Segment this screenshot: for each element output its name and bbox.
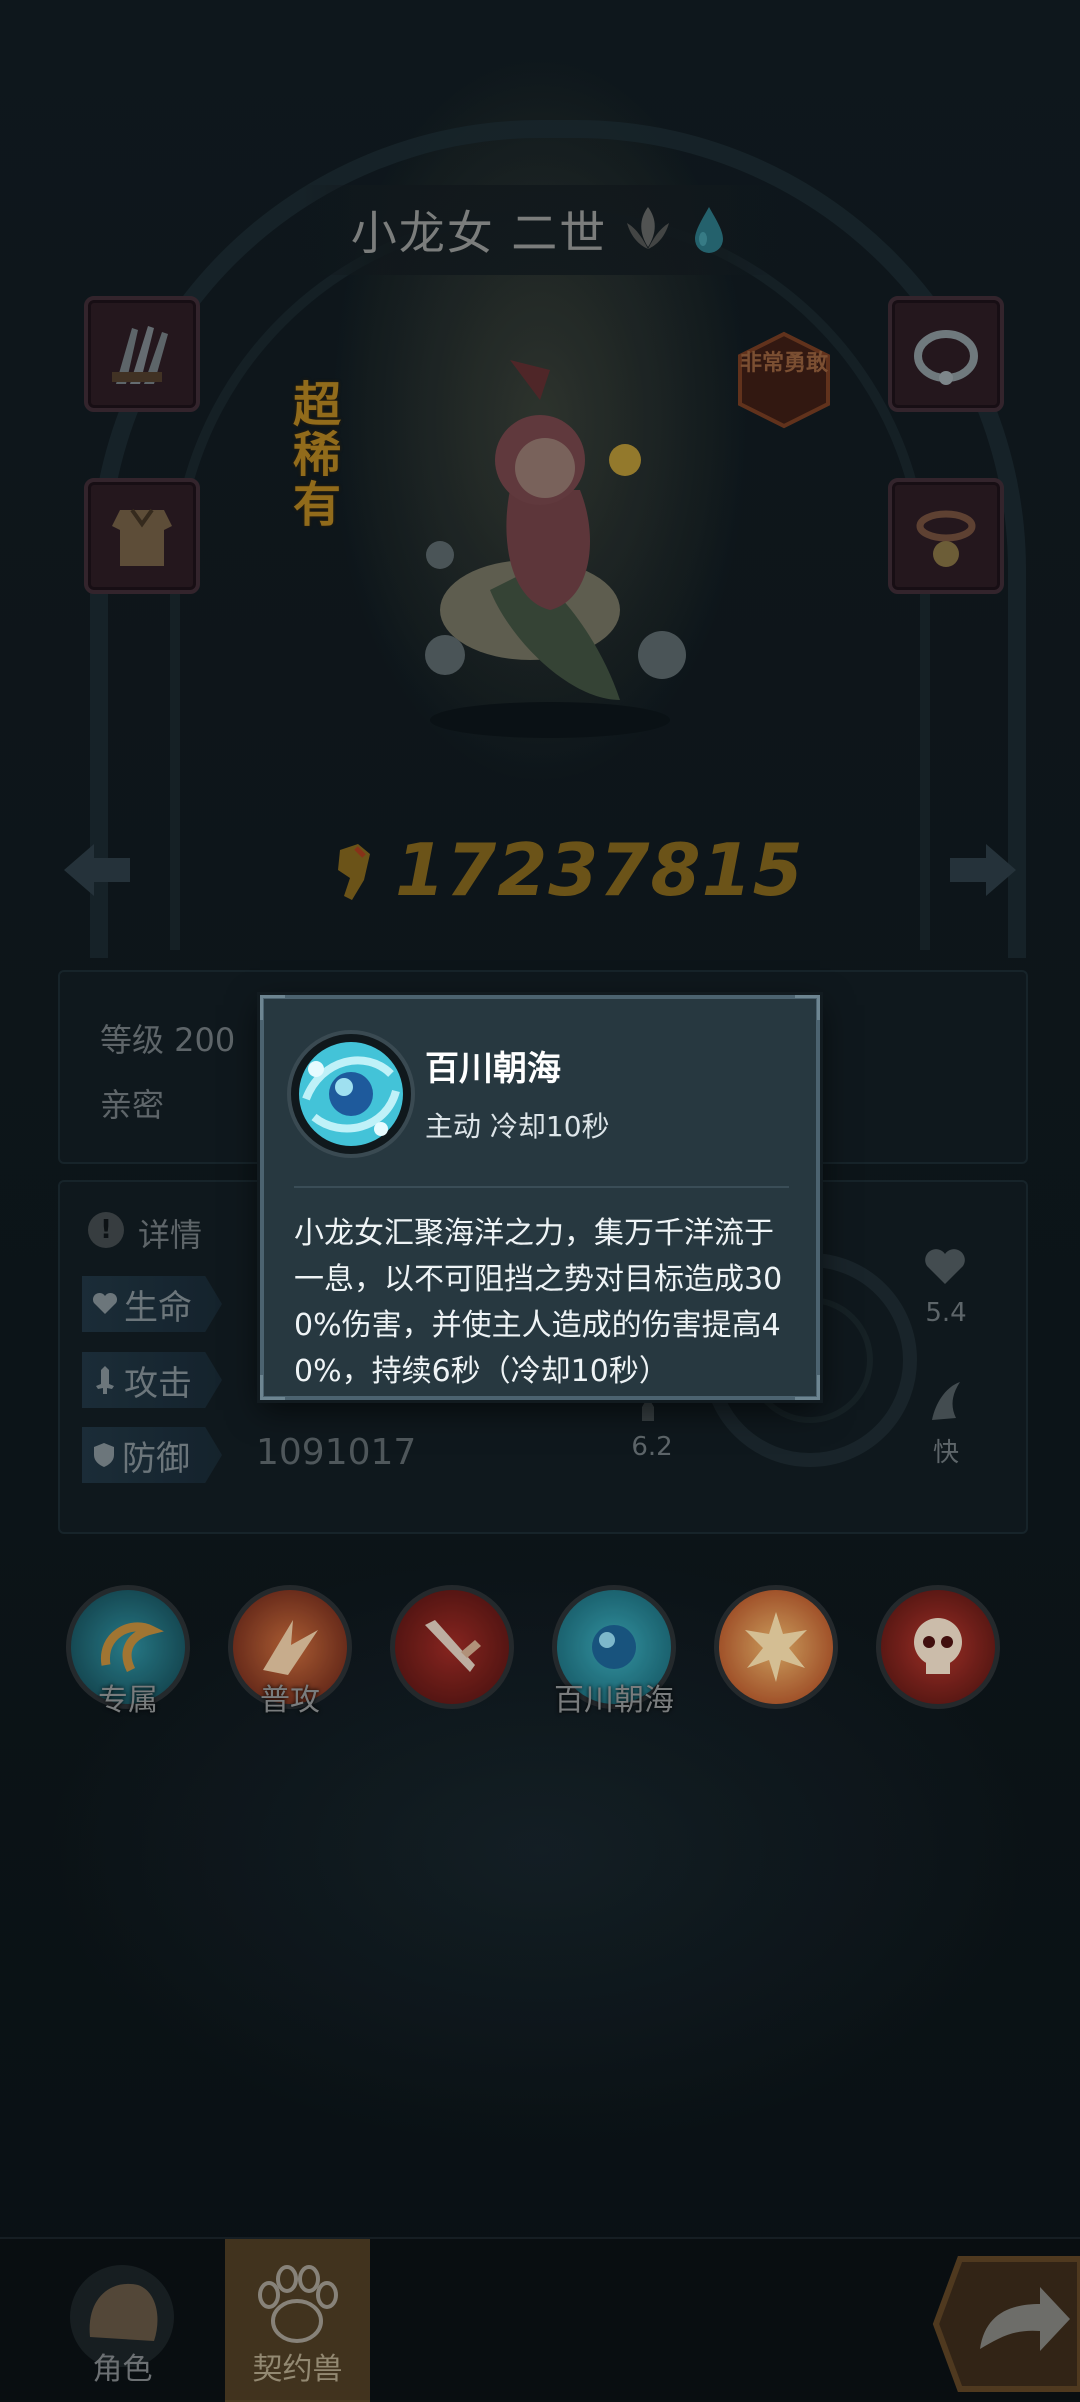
corner-ornament bbox=[795, 1375, 820, 1400]
defense-tag: 防御 bbox=[82, 1427, 222, 1483]
defense-value: 1091017 bbox=[256, 1432, 417, 1473]
water-element-icon bbox=[695, 207, 724, 253]
power-row: 17237815 bbox=[0, 820, 1080, 920]
skill-exclusive-label: 专属 bbox=[98, 1683, 158, 1718]
corner-ornament bbox=[260, 995, 285, 1020]
intimacy-label: 亲密 bbox=[100, 1086, 165, 1124]
trait-badge: 非常勇敢 bbox=[732, 330, 836, 430]
hero-name-bar: 小龙女 二世 bbox=[300, 185, 780, 275]
share-arrow-icon[interactable] bbox=[930, 2249, 1080, 2399]
hp-tag: 生命 bbox=[82, 1276, 222, 1332]
speed-label: 快 bbox=[932, 1438, 959, 1468]
attack-tag: 攻击 bbox=[82, 1352, 222, 1408]
hero-portrait bbox=[425, 360, 686, 738]
bell-collar-icon bbox=[916, 510, 976, 567]
shield-icon bbox=[94, 1443, 114, 1467]
popup-skill-title: 百川朝海 bbox=[425, 1049, 561, 1089]
speed-value: 6.2 bbox=[631, 1432, 673, 1462]
corner-ornament bbox=[260, 1375, 285, 1400]
sword-icon bbox=[96, 1366, 114, 1394]
water-orb-skill-icon bbox=[287, 1030, 415, 1158]
attack-label: 攻击 bbox=[124, 1363, 192, 1404]
next-hero-arrow-icon[interactable] bbox=[940, 840, 1020, 900]
equip-slot-armor[interactable] bbox=[84, 478, 200, 594]
combat-power-value: 17237815 bbox=[395, 828, 804, 912]
skills-panel: 专属 普攻 百川朝海 bbox=[58, 1550, 1024, 1730]
nav-role-label: 角色 bbox=[92, 2352, 153, 2387]
sword-stat-icon bbox=[642, 1397, 654, 1421]
hero-name: 小龙女 二世 bbox=[350, 206, 608, 260]
leaf-class-icon bbox=[627, 207, 670, 249]
nav-pet-label: 契约兽 bbox=[252, 2352, 343, 2387]
skill-normal-attack-label: 普攻 bbox=[260, 1683, 320, 1718]
ring-necklace-icon bbox=[914, 330, 978, 385]
sword-skill-icon bbox=[425, 1620, 481, 1672]
level-label: 等级 200 bbox=[100, 1021, 236, 1059]
right-hp-value: 5.4 bbox=[925, 1298, 967, 1328]
heart-stat-icon bbox=[925, 1249, 965, 1284]
wing-speed-icon bbox=[932, 1382, 960, 1420]
nav-tab-role[interactable]: 角色 bbox=[50, 2239, 195, 2402]
paw-icon bbox=[258, 2265, 338, 2343]
hp-label: 生命 bbox=[124, 1287, 192, 1328]
skill-skull[interactable] bbox=[876, 1585, 1000, 1709]
defense-label: 防御 bbox=[122, 1438, 190, 1479]
skill-explosion[interactable] bbox=[714, 1585, 838, 1709]
trait-text: 非常勇敢 bbox=[739, 351, 828, 376]
equip-slot-collar[interactable] bbox=[888, 478, 1004, 594]
bottom-nav: 角色 契约兽 bbox=[0, 2237, 1080, 2402]
previous-hero-arrow-icon[interactable] bbox=[60, 840, 140, 900]
nav-tab-pet[interactable]: 契约兽 bbox=[225, 2239, 370, 2402]
claw-weapon-icon bbox=[112, 326, 168, 384]
hexagon-badge-icon bbox=[738, 331, 830, 429]
explosion-skill-icon bbox=[745, 1612, 807, 1682]
popup-skill-subtitle: 主动 冷却10秒 bbox=[425, 1110, 610, 1143]
armor-icon bbox=[112, 508, 172, 566]
skill-baichuan-chaohai-label: 百川朝海 bbox=[554, 1683, 674, 1718]
skill-tooltip-popup: 百川朝海 主动 冷却10秒 小龙女汇聚海洋之力，集万千洋流于一息，以不可阻挡之势… bbox=[260, 995, 820, 1400]
details-label[interactable]: 详情 bbox=[138, 1210, 202, 1256]
rarity-label: 超稀有 bbox=[293, 377, 342, 533]
power-fist-icon bbox=[338, 844, 370, 900]
heart-icon bbox=[92, 1292, 118, 1314]
skull-skill-icon bbox=[914, 1618, 962, 1674]
equip-slot-claw[interactable] bbox=[84, 296, 200, 412]
popup-skill-description: 小龙女汇聚海洋之力，集万千洋流于一息，以不可阻挡之势对目标造成300%伤害，并使… bbox=[294, 1216, 783, 1389]
skill-sword[interactable] bbox=[390, 1585, 514, 1709]
corner-ornament bbox=[795, 995, 820, 1020]
equip-slot-ring[interactable] bbox=[888, 296, 1004, 412]
info-icon[interactable]: ! bbox=[88, 1212, 124, 1248]
popup-divider bbox=[294, 1186, 789, 1188]
